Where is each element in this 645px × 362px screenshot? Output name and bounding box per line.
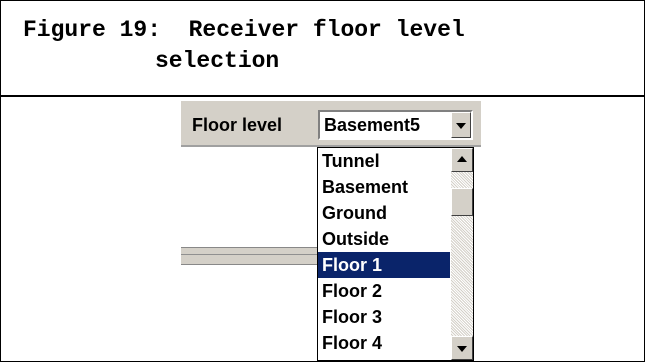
- dropdown-scrollbar[interactable]: [451, 148, 473, 360]
- figure-caption: Figure 19: Receiver floor level selectio…: [1, 1, 644, 97]
- floor-level-select[interactable]: Basement5: [318, 110, 473, 140]
- option-tunnel[interactable]: Tunnel: [318, 148, 450, 174]
- option-basement[interactable]: Basement: [318, 174, 450, 200]
- scroll-thumb[interactable]: [451, 188, 473, 216]
- floor-level-value: Basement5: [324, 115, 421, 135]
- scroll-up-button[interactable]: [451, 148, 473, 172]
- figure-frame: Figure 19: Receiver floor level selectio…: [0, 0, 645, 362]
- scroll-down-button[interactable]: [451, 336, 473, 360]
- option-floor-2[interactable]: Floor 2: [318, 278, 450, 304]
- floor-level-label: Floor level: [192, 115, 283, 135]
- option-ground[interactable]: Ground: [318, 200, 450, 226]
- dialog-separator-bar: [181, 247, 321, 265]
- option-outside[interactable]: Outside: [318, 226, 450, 252]
- caption-line-2: selection: [155, 48, 280, 74]
- screenshot-area: Floor level Basement5 Tunnel Basement Gr…: [1, 97, 644, 361]
- option-list: Tunnel Basement Ground Outside Floor 1 F…: [318, 148, 450, 356]
- dropdown-toggle-button[interactable]: [451, 112, 471, 138]
- arrow-up-icon: [457, 156, 467, 162]
- caption-line-1: Figure 19: Receiver floor level: [23, 17, 465, 43]
- floor-level-dropdown-list[interactable]: Tunnel Basement Ground Outside Floor 1 F…: [317, 147, 474, 361]
- option-floor-1[interactable]: Floor 1: [318, 252, 450, 278]
- chevron-down-icon: [456, 123, 466, 129]
- option-floor-3[interactable]: Floor 3: [318, 304, 450, 330]
- option-floor-4[interactable]: Floor 4: [318, 330, 450, 356]
- arrow-down-icon: [457, 346, 467, 352]
